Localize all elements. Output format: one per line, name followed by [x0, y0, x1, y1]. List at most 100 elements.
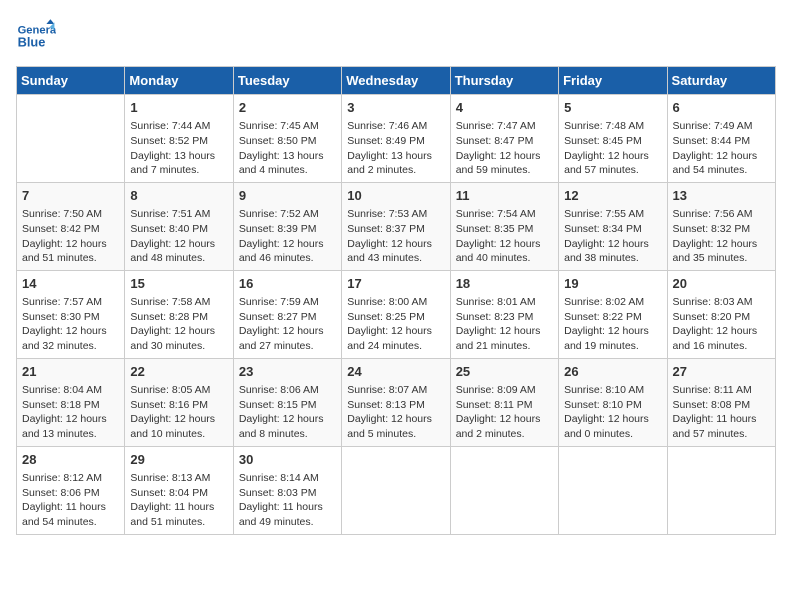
cell-inner: 21 Sunrise: 8:04 AM Sunset: 8:18 PM Dayli…	[22, 363, 119, 442]
cell-inner: 25 Sunrise: 8:09 AM Sunset: 8:11 PM Dayli…	[456, 363, 553, 442]
day-number: 16	[239, 275, 336, 293]
cell-inner: 18 Sunrise: 8:01 AM Sunset: 8:23 PM Dayli…	[456, 275, 553, 354]
calendar-cell: 18 Sunrise: 8:01 AM Sunset: 8:23 PM Dayli…	[450, 270, 558, 358]
calendar-cell: 2 Sunrise: 7:45 AM Sunset: 8:50 PM Daylig…	[233, 95, 341, 183]
day-number: 26	[564, 363, 661, 381]
cell-info: Sunrise: 7:56 AM Sunset: 8:32 PM Dayligh…	[673, 207, 770, 266]
calendar-cell: 9Sunrise: 7:52 AM Sunset: 8:39 PM Daylig…	[233, 182, 341, 270]
calendar-cell: 13 Sunrise: 7:56 AM Sunset: 8:32 PM Dayli…	[667, 182, 775, 270]
cell-inner: 26 Sunrise: 8:10 AM Sunset: 8:10 PM Dayli…	[564, 363, 661, 442]
cell-inner: 13 Sunrise: 7:56 AM Sunset: 8:32 PM Dayli…	[673, 187, 770, 266]
cell-info: Sunrise: 7:53 AM Sunset: 8:37 PM Dayligh…	[347, 207, 444, 266]
day-number: 10	[347, 187, 444, 205]
cell-info: Sunrise: 8:11 AM Sunset: 8:08 PM Dayligh…	[673, 383, 770, 442]
day-number: 27	[673, 363, 770, 381]
cell-info: Sunrise: 7:50 AM Sunset: 8:42 PM Dayligh…	[22, 207, 119, 266]
day-number: 12	[564, 187, 661, 205]
cell-info: Sunrise: 7:59 AM Sunset: 8:27 PM Dayligh…	[239, 295, 336, 354]
cell-info: Sunrise: 7:58 AM Sunset: 8:28 PM Dayligh…	[130, 295, 227, 354]
calendar-week-2: 7Sunrise: 7:50 AM Sunset: 8:42 PM Daylig…	[17, 182, 776, 270]
day-number: 21	[22, 363, 119, 381]
cell-info: Sunrise: 7:57 AM Sunset: 8:30 PM Dayligh…	[22, 295, 119, 354]
cell-inner: 23 Sunrise: 8:06 AM Sunset: 8:15 PM Dayli…	[239, 363, 336, 442]
day-number: 19	[564, 275, 661, 293]
calendar-cell: 3Sunrise: 7:46 AM Sunset: 8:49 PM Daylig…	[342, 95, 450, 183]
calendar-cell: 6 Sunrise: 7:49 AM Sunset: 8:44 PM Daylig…	[667, 95, 775, 183]
calendar-cell: 21 Sunrise: 8:04 AM Sunset: 8:18 PM Dayli…	[17, 358, 125, 446]
day-number: 25	[456, 363, 553, 381]
cell-info: Sunrise: 7:47 AM Sunset: 8:47 PM Dayligh…	[456, 119, 553, 178]
cell-inner: 14 Sunrise: 7:57 AM Sunset: 8:30 PM Dayli…	[22, 275, 119, 354]
calendar-week-3: 14 Sunrise: 7:57 AM Sunset: 8:30 PM Dayli…	[17, 270, 776, 358]
day-number: 1	[130, 99, 227, 117]
cell-info: Sunrise: 7:55 AM Sunset: 8:34 PM Dayligh…	[564, 207, 661, 266]
calendar-week-4: 21 Sunrise: 8:04 AM Sunset: 8:18 PM Dayli…	[17, 358, 776, 446]
cell-info: Sunrise: 8:07 AM Sunset: 8:13 PM Dayligh…	[347, 383, 444, 442]
calendar-cell: 16 Sunrise: 7:59 AM Sunset: 8:27 PM Dayli…	[233, 270, 341, 358]
calendar-cell: 25 Sunrise: 8:09 AM Sunset: 8:11 PM Dayli…	[450, 358, 558, 446]
cell-info: Sunrise: 7:49 AM Sunset: 8:44 PM Dayligh…	[673, 119, 770, 178]
cell-info: Sunrise: 8:14 AM Sunset: 8:03 PM Dayligh…	[239, 471, 336, 530]
day-number: 20	[673, 275, 770, 293]
cell-info: Sunrise: 8:06 AM Sunset: 8:15 PM Dayligh…	[239, 383, 336, 442]
svg-text:Blue: Blue	[18, 34, 46, 49]
calendar-cell: 15 Sunrise: 7:58 AM Sunset: 8:28 PM Dayli…	[125, 270, 233, 358]
cell-inner: 30Sunrise: 8:14 AM Sunset: 8:03 PM Dayli…	[239, 451, 336, 530]
cell-info: Sunrise: 8:10 AM Sunset: 8:10 PM Dayligh…	[564, 383, 661, 442]
cell-info: Sunrise: 8:02 AM Sunset: 8:22 PM Dayligh…	[564, 295, 661, 354]
logo: General Blue	[16, 16, 60, 56]
calendar-cell: 12 Sunrise: 7:55 AM Sunset: 8:34 PM Dayli…	[559, 182, 667, 270]
day-number: 6	[673, 99, 770, 117]
cell-info: Sunrise: 7:54 AM Sunset: 8:35 PM Dayligh…	[456, 207, 553, 266]
weekday-header-wednesday: Wednesday	[342, 67, 450, 95]
day-number: 13	[673, 187, 770, 205]
calendar-cell: 11Sunrise: 7:54 AM Sunset: 8:35 PM Dayli…	[450, 182, 558, 270]
calendar-week-1: 1 Sunrise: 7:44 AM Sunset: 8:52 PM Daylig…	[17, 95, 776, 183]
day-number: 22	[130, 363, 227, 381]
day-number: 18	[456, 275, 553, 293]
day-number: 14	[22, 275, 119, 293]
calendar-cell: 27 Sunrise: 8:11 AM Sunset: 8:08 PM Dayli…	[667, 358, 775, 446]
cell-info: Sunrise: 8:03 AM Sunset: 8:20 PM Dayligh…	[673, 295, 770, 354]
calendar-cell: 22 Sunrise: 8:05 AM Sunset: 8:16 PM Dayli…	[125, 358, 233, 446]
calendar-cell	[342, 446, 450, 534]
calendar-cell: 20 Sunrise: 8:03 AM Sunset: 8:20 PM Dayli…	[667, 270, 775, 358]
calendar-cell: 5Sunrise: 7:48 AM Sunset: 8:45 PM Daylig…	[559, 95, 667, 183]
calendar-cell	[450, 446, 558, 534]
day-number: 17	[347, 275, 444, 293]
cell-info: Sunrise: 8:09 AM Sunset: 8:11 PM Dayligh…	[456, 383, 553, 442]
weekday-header-sunday: Sunday	[17, 67, 125, 95]
cell-inner: 24Sunrise: 8:07 AM Sunset: 8:13 PM Dayli…	[347, 363, 444, 442]
calendar-cell: 4Sunrise: 7:47 AM Sunset: 8:47 PM Daylig…	[450, 95, 558, 183]
calendar-cell: 10 Sunrise: 7:53 AM Sunset: 8:37 PM Dayli…	[342, 182, 450, 270]
cell-inner: 22 Sunrise: 8:05 AM Sunset: 8:16 PM Dayli…	[130, 363, 227, 442]
day-number: 15	[130, 275, 227, 293]
cell-info: Sunrise: 8:01 AM Sunset: 8:23 PM Dayligh…	[456, 295, 553, 354]
cell-inner: 3Sunrise: 7:46 AM Sunset: 8:49 PM Daylig…	[347, 99, 444, 178]
day-number: 23	[239, 363, 336, 381]
page-header: General Blue	[16, 16, 776, 56]
calendar-cell: 7Sunrise: 7:50 AM Sunset: 8:42 PM Daylig…	[17, 182, 125, 270]
day-number: 8	[130, 187, 227, 205]
cell-inner: 19 Sunrise: 8:02 AM Sunset: 8:22 PM Dayli…	[564, 275, 661, 354]
calendar-cell: 8Sunrise: 7:51 AM Sunset: 8:40 PM Daylig…	[125, 182, 233, 270]
cell-info: Sunrise: 8:05 AM Sunset: 8:16 PM Dayligh…	[130, 383, 227, 442]
calendar-cell: 30Sunrise: 8:14 AM Sunset: 8:03 PM Dayli…	[233, 446, 341, 534]
calendar-cell	[17, 95, 125, 183]
weekday-header-monday: Monday	[125, 67, 233, 95]
day-number: 5	[564, 99, 661, 117]
cell-info: Sunrise: 7:46 AM Sunset: 8:49 PM Dayligh…	[347, 119, 444, 178]
cell-info: Sunrise: 8:12 AM Sunset: 8:06 PM Dayligh…	[22, 471, 119, 530]
day-number: 9	[239, 187, 336, 205]
calendar-cell	[559, 446, 667, 534]
cell-info: Sunrise: 8:04 AM Sunset: 8:18 PM Dayligh…	[22, 383, 119, 442]
cell-inner: 2 Sunrise: 7:45 AM Sunset: 8:50 PM Daylig…	[239, 99, 336, 178]
day-number: 2	[239, 99, 336, 117]
cell-inner: 28Sunrise: 8:12 AM Sunset: 8:06 PM Dayli…	[22, 451, 119, 530]
cell-inner: 4Sunrise: 7:47 AM Sunset: 8:47 PM Daylig…	[456, 99, 553, 178]
cell-info: Sunrise: 7:45 AM Sunset: 8:50 PM Dayligh…	[239, 119, 336, 178]
weekday-header-friday: Friday	[559, 67, 667, 95]
cell-info: Sunrise: 7:44 AM Sunset: 8:52 PM Dayligh…	[130, 119, 227, 178]
cell-inner: 9Sunrise: 7:52 AM Sunset: 8:39 PM Daylig…	[239, 187, 336, 266]
cell-inner: 29Sunrise: 8:13 AM Sunset: 8:04 PM Dayli…	[130, 451, 227, 530]
